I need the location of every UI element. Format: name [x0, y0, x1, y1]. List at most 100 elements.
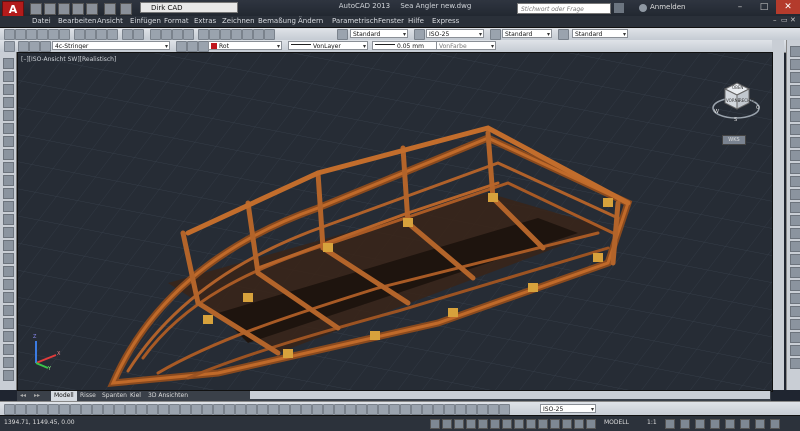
draw-tool-icon[interactable]: [3, 71, 14, 82]
publish-icon[interactable]: [59, 29, 70, 40]
status-toggle-icon[interactable]: [430, 419, 440, 429]
status-toggle-icon[interactable]: [478, 419, 488, 429]
modify-tool-icon[interactable]: [790, 202, 800, 213]
status-toggle-icon[interactable]: [550, 419, 560, 429]
dimension-tool-icon[interactable]: [81, 404, 92, 415]
help-icon[interactable]: [264, 29, 275, 40]
zoom-previous-icon[interactable]: [183, 29, 194, 40]
modify-tool-icon[interactable]: [790, 163, 800, 174]
menu-zeichnen[interactable]: Zeichnen: [222, 17, 255, 25]
menu-parametrisch[interactable]: Parametrisch: [332, 17, 378, 25]
undo-icon[interactable]: [104, 3, 116, 15]
drawing-viewport[interactable]: [–][ISO-Ansicht SW][Realistisch] OBEN VO…: [17, 52, 773, 392]
dimension-tool-icon[interactable]: [301, 404, 312, 415]
draw-tool-icon[interactable]: [3, 253, 14, 264]
dimension-tool-icon[interactable]: [499, 404, 510, 415]
dimension-tool-icon[interactable]: [136, 404, 147, 415]
dimension-tool-icon[interactable]: [422, 404, 433, 415]
tab-3d-ansichten[interactable]: 3D Ansichten: [145, 391, 191, 401]
draw-tool-icon[interactable]: [3, 136, 14, 147]
menu-ansicht[interactable]: Ansicht: [97, 17, 123, 25]
status-toggle-icon[interactable]: [586, 419, 596, 429]
status-toggle-icon[interactable]: [466, 419, 476, 429]
print-icon[interactable]: [37, 29, 48, 40]
draw-tool-icon[interactable]: [3, 357, 14, 368]
modify-tool-icon[interactable]: [790, 98, 800, 109]
dimension-tool-icon[interactable]: [312, 404, 323, 415]
dimension-tool-icon[interactable]: [224, 404, 235, 415]
table-style-dropdown[interactable]: Standard: [502, 29, 552, 38]
tab-nav-last[interactable]: ▸▸: [31, 391, 43, 401]
draw-tool-icon[interactable]: [3, 305, 14, 316]
dimension-tool-icon[interactable]: [125, 404, 136, 415]
modify-tool-icon[interactable]: [790, 150, 800, 161]
status-tray-icon[interactable]: [725, 419, 735, 429]
multileader-style-dropdown[interactable]: Standard: [572, 29, 628, 38]
menu-bemassung[interactable]: Bemaßung: [258, 17, 296, 25]
modify-tool-icon[interactable]: [790, 319, 800, 330]
save-icon[interactable]: [58, 3, 70, 15]
draw-tool-icon[interactable]: [3, 240, 14, 251]
close-button[interactable]: ✕: [776, 0, 800, 14]
viewcube-front-face[interactable]: VORNE: [726, 98, 740, 103]
viewport-controls-label[interactable]: [–][ISO-Ansicht SW][Realistisch]: [21, 56, 116, 63]
modify-tool-icon[interactable]: [790, 111, 800, 122]
menu-hilfe[interactable]: Hilfe: [408, 17, 424, 25]
menu-format[interactable]: Format: [164, 17, 189, 25]
draw-tool-icon[interactable]: [3, 279, 14, 290]
draw-tool-icon[interactable]: [3, 188, 14, 199]
modify-tool-icon[interactable]: [790, 345, 800, 356]
viewcube-top-face[interactable]: OBEN: [732, 85, 743, 90]
open-icon[interactable]: [15, 29, 26, 40]
dimension-tool-icon[interactable]: [15, 404, 26, 415]
modify-tool-icon[interactable]: [790, 189, 800, 200]
zoom-window-icon[interactable]: [172, 29, 183, 40]
match-properties-icon[interactable]: [107, 29, 118, 40]
cut-icon[interactable]: [74, 29, 85, 40]
dimension-tool-icon[interactable]: [466, 404, 477, 415]
draw-tool-icon[interactable]: [3, 175, 14, 186]
modify-tool-icon[interactable]: [790, 46, 800, 57]
new-file-icon[interactable]: [30, 3, 42, 15]
status-toggle-icon[interactable]: [454, 419, 464, 429]
menu-datei[interactable]: Datei: [32, 17, 51, 25]
status-tray-icon[interactable]: [755, 419, 765, 429]
draw-tool-icon[interactable]: [3, 227, 14, 238]
save-as-icon[interactable]: [72, 3, 84, 15]
draw-tool-icon[interactable]: [3, 84, 14, 95]
dimension-tool-icon[interactable]: [246, 404, 257, 415]
status-tray-icon[interactable]: [770, 419, 780, 429]
dimension-tool-icon[interactable]: [180, 404, 191, 415]
modify-tool-icon[interactable]: [790, 267, 800, 278]
properties-icon[interactable]: [198, 29, 209, 40]
model-space-toggle[interactable]: MODELL: [604, 419, 629, 426]
zoom-realtime-icon[interactable]: [161, 29, 172, 40]
draw-tool-icon[interactable]: [3, 58, 14, 69]
status-toggle-icon[interactable]: [538, 419, 548, 429]
doc-minimize-button[interactable]: –: [773, 16, 777, 24]
dimension-tool-icon[interactable]: [213, 404, 224, 415]
dimension-tool-icon[interactable]: [4, 404, 15, 415]
modify-tool-icon[interactable]: [790, 85, 800, 96]
menu-express[interactable]: Express: [432, 17, 459, 25]
horizontal-scrollbar[interactable]: [250, 391, 770, 399]
dimension-tool-icon[interactable]: [356, 404, 367, 415]
markup-icon[interactable]: [242, 29, 253, 40]
dimension-tool-icon[interactable]: [59, 404, 70, 415]
lineweight-dropdown[interactable]: 0.05 mm: [372, 41, 444, 50]
tab-kiel[interactable]: Kiel: [127, 391, 144, 401]
dimension-tool-icon[interactable]: [37, 404, 48, 415]
menu-aendern[interactable]: Ändern: [298, 17, 323, 25]
maximize-button[interactable]: □: [752, 0, 776, 14]
dimension-tool-icon[interactable]: [488, 404, 499, 415]
dimension-tool-icon[interactable]: [235, 404, 246, 415]
dimension-tool-icon[interactable]: [279, 404, 290, 415]
dimension-tool-icon[interactable]: [114, 404, 125, 415]
pan-icon[interactable]: [150, 29, 161, 40]
dimension-tool-icon[interactable]: [323, 404, 334, 415]
redo-icon[interactable]: [133, 29, 144, 40]
compass-east[interactable]: O: [756, 105, 760, 111]
color-dropdown[interactable]: Rot: [208, 41, 282, 50]
annotation-scale[interactable]: 1:1: [647, 419, 657, 426]
modify-tool-icon[interactable]: [790, 306, 800, 317]
